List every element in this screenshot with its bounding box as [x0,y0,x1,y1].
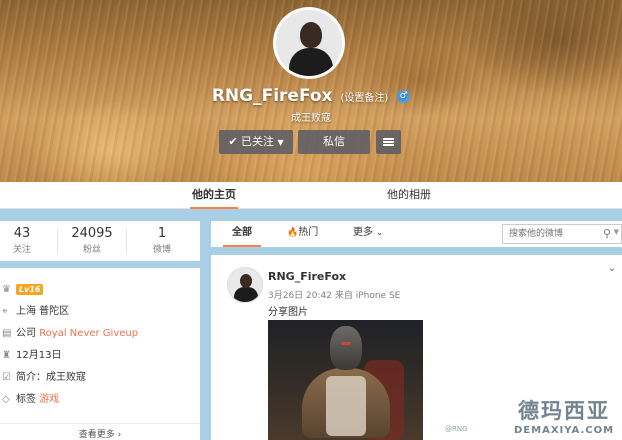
level-badge[interactable]: Lv16 [16,283,44,295]
male-icon: ♂ [397,89,411,103]
company-link[interactable]: Royal Never Giveup [39,328,138,339]
message-button-label: 私信 [323,135,345,148]
profile-name: RNG_FireFox [211,86,333,106]
profile-info-card: ♛ Lv16 ⌖ 上海 普陀区 ▤ 公司 Royal Never Giveup … [0,268,200,440]
stat-following[interactable]: 43 关注 [0,226,55,255]
caret-down-icon: ▼ [277,138,284,147]
profile-avatar[interactable] [273,7,345,79]
feed-tab-hot[interactable]: 🔥热门 [287,221,318,247]
stat-label: 微博 [152,245,171,255]
post-options-chevron-icon[interactable]: ⌄ [608,263,616,274]
intro-icon: ☑ [2,372,11,383]
stat-value: 1 [157,226,167,241]
tags-prefix: 标签 [16,394,36,405]
checkmark-icon: ✔ [228,135,238,148]
divider [57,229,58,254]
post-text: 分享图片 [268,307,308,318]
feed-tab-more-label: 更多 [353,227,373,238]
caret-down-icon[interactable]: ▼ [614,228,619,236]
profile-header-banner: RNG_FireFox (设置备注) ♂ 成王败寇 ✔ 已关注 ▼ 私信 [0,0,622,182]
post-meta: 3月26日 20:42 来自 iPhone SE [268,291,401,301]
briefcase-icon: ▤ [2,328,12,339]
stat-followers[interactable]: 24095 粉丝 [59,226,125,255]
set-remark-link[interactable]: (设置备注) [340,93,388,104]
location-text: 上海 普陀区 [16,306,70,317]
divider [126,229,127,254]
see-more-link[interactable]: 查看更多 › [0,423,200,440]
stats-card: 43 关注 24095 粉丝 1 微博 [0,221,200,261]
watermark-cn: 德玛西亚 [518,399,611,423]
chevron-down-icon: ⌄ [376,228,383,237]
tag-link[interactable]: 游戏 [39,394,59,405]
message-button[interactable]: 私信 [298,130,370,154]
tab-album[interactable]: 他的相册 [384,182,434,209]
stat-label: 关注 [12,245,31,255]
feed-tab-more[interactable]: 更多 ⌄ [353,221,383,247]
watermark-en: DEMAXIYA.COM [514,425,615,436]
post-avatar[interactable] [227,267,263,303]
flame-icon: 🔥 [287,228,299,238]
company-prefix: 公司 [16,328,36,339]
stat-label: 粉丝 [82,245,101,255]
feed-tab-hot-label: 热门 [298,227,319,238]
feed-tab-all[interactable]: 全部 [223,221,261,247]
profile-name-line: RNG_FireFox (设置备注) ♂ [0,86,622,106]
crown-icon: ♛ [2,284,11,295]
weibo-search-input[interactable] [503,225,595,243]
weibo-search-box: ⚲ ▼ [502,224,622,244]
tag-icon: ◇ [2,394,10,405]
intro-text: 简介：成王败寇 [16,372,86,383]
following-button[interactable]: ✔ 已关注 ▼ [219,130,293,154]
profile-tab-bar: 他的主页 他的相册 [0,182,622,209]
menu-icon [383,138,394,146]
image-credit: @RNG [445,425,468,433]
feed-filter-bar: 全部 🔥热门 更多 ⌄ ⚲ ▼ [211,221,622,247]
tab-home[interactable]: 他的主页 [190,182,238,209]
profile-bio: 成王败寇 [291,113,331,124]
search-icon[interactable]: ⚲ [603,227,611,240]
site-watermark: 德玛西亚 DEMAXIYA.COM [514,395,614,436]
more-menu-button[interactable] [376,130,401,154]
location-pin-icon: ⌖ [2,306,8,317]
birthday-text: 12月13日 [16,350,62,361]
post-image[interactable] [268,320,423,440]
post-author[interactable]: RNG_FireFox [268,270,346,283]
stat-posts[interactable]: 1 微博 [129,226,195,255]
stat-value: 43 [13,226,31,241]
stat-value: 24095 [71,226,113,241]
cake-icon: ♜ [2,350,11,361]
following-button-label: 已关注 [241,135,275,148]
